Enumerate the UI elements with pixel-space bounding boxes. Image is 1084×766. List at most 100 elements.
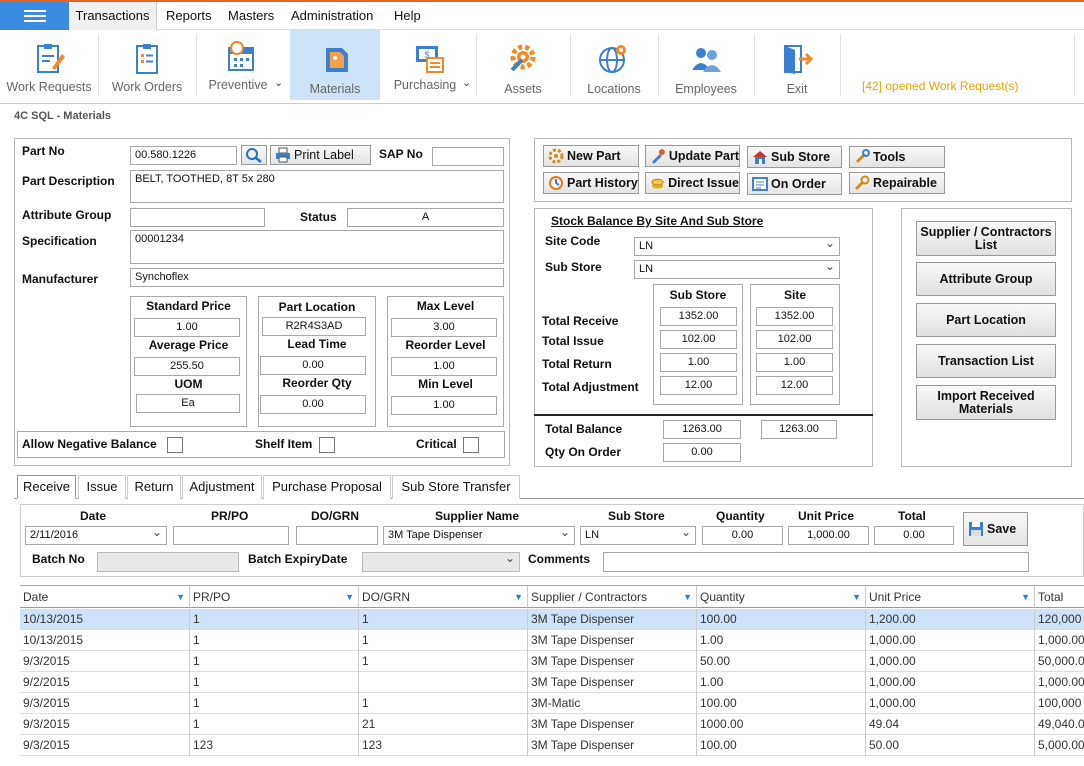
reorder-level-input[interactable]: 1.00 (391, 357, 497, 376)
sub-store-select[interactable]: LN (634, 260, 840, 279)
preventive-button[interactable]: Preventive ⌄ (196, 30, 288, 100)
filter-icon[interactable]: ▼ (1021, 586, 1030, 608)
employees-button[interactable]: Employees (658, 30, 754, 100)
table-row[interactable]: 10/13/2015 1 1 3M Tape Dispenser 100.00 1,200… (20, 609, 1084, 630)
table-row[interactable]: 9/3/2015 1 21 3M Tape Dispenser 1000.00 49.04… (20, 714, 1084, 735)
shelf-item-checkbox[interactable] (319, 437, 335, 453)
part-no-input[interactable]: 00.580.1226 (130, 146, 237, 165)
work-requests-button[interactable]: Work Requests (0, 30, 98, 100)
tab-issue[interactable]: Issue (78, 475, 126, 499)
col-header-prpo[interactable]: PR/PO ▼ (190, 586, 359, 608)
site-code-select[interactable]: LN (634, 237, 840, 256)
col-header-total[interactable]: Total (1035, 586, 1084, 608)
transaction-list-button[interactable]: Transaction List (916, 344, 1056, 378)
filter-icon[interactable]: ▼ (514, 586, 523, 608)
col-header-unit-price[interactable]: Unit Price ▼ (866, 586, 1035, 608)
table-row[interactable]: 9/3/2015 1 1 3M Tape Dispenser 50.00 1,000.00… (20, 651, 1084, 672)
total-receive-label: Total Receive (542, 314, 619, 328)
supplier-name-select[interactable]: 3M Tape Dispenser (383, 526, 575, 545)
cell-quantity: 1.00 (697, 630, 866, 651)
table-row[interactable]: 10/13/2015 1 1 3M Tape Dispenser 1.00 1,000.0… (20, 630, 1084, 651)
update-part-button[interactable]: Update Part (645, 145, 740, 167)
attribute-group-input[interactable] (130, 208, 265, 227)
col-header-date[interactable]: Date ▼ (20, 586, 190, 608)
part-location-button[interactable]: Part Location (916, 303, 1056, 337)
unit-price-input[interactable]: 1,000.00 (788, 526, 869, 545)
work-request-icon (37, 44, 65, 73)
search-part-button[interactable] (241, 145, 267, 165)
lead-time-input[interactable]: 0.00 (260, 356, 366, 375)
col-header-quantity[interactable]: Quantity ▼ (697, 586, 866, 608)
col-header-dogrn[interactable]: DO/GRN ▼ (359, 586, 528, 608)
receive-total-input[interactable]: 0.00 (874, 526, 954, 545)
quantity-input[interactable]: 0.00 (702, 526, 783, 545)
average-price-label: Average Price (148, 338, 229, 352)
critical-checkbox[interactable] (463, 437, 479, 453)
part-location-input[interactable]: R2R4S3AD (262, 317, 366, 336)
assets-gear-icon (510, 44, 536, 72)
batch-no-input[interactable] (97, 552, 239, 572)
prpo-input[interactable] (173, 526, 289, 545)
status-input[interactable]: A (347, 208, 504, 227)
import-received-materials-button[interactable]: Import Received Materials (916, 385, 1056, 420)
filter-icon[interactable]: ▼ (852, 586, 861, 608)
tab-adjustment[interactable]: Adjustment (182, 475, 262, 499)
filter-icon[interactable]: ▼ (345, 586, 354, 608)
filter-icon[interactable]: ▼ (683, 586, 692, 608)
materials-button[interactable]: Materials (290, 30, 380, 100)
reorder-qty-input[interactable]: 0.00 (260, 395, 366, 414)
supplier-contractors-list-button[interactable]: Supplier / Contractors List (916, 221, 1056, 256)
uom-input[interactable]: Ea (136, 394, 240, 413)
table-row[interactable]: 9/3/2015 123 123 3M Tape Dispenser 100.00 50.… (20, 735, 1084, 756)
cell-supplier: 3M-Matic (528, 693, 697, 714)
direct-issue-button[interactable]: Direct Issue (645, 172, 740, 194)
repairable-button[interactable]: Repairable (849, 172, 945, 194)
menu-administration[interactable]: Administration (287, 2, 377, 30)
average-price-input[interactable]: 255.50 (134, 357, 240, 376)
new-part-button[interactable]: New Part (543, 145, 639, 167)
part-description-input[interactable]: BELT, TOOTHED, 8T 5x 280 (130, 170, 504, 203)
assets-button[interactable]: Assets (476, 30, 570, 100)
hamburger-menu-icon[interactable] (0, 2, 69, 30)
locations-button[interactable]: Locations (570, 30, 658, 100)
table-row[interactable]: 9/3/2015 1 1 3M-Matic 100.00 1,000.00 100,000 (20, 693, 1084, 714)
print-label-button[interactable]: Print Label (270, 145, 371, 165)
manufacturer-input[interactable]: Synchoflex (130, 268, 504, 287)
menu-reports[interactable]: Reports (162, 2, 216, 30)
attribute-group-button[interactable]: Attribute Group (916, 262, 1056, 296)
batch-expiry-date-select[interactable] (362, 552, 520, 572)
col-header-supplier[interactable]: Supplier / Contractors ▼ (528, 586, 697, 608)
max-level-input[interactable]: 3.00 (391, 318, 497, 337)
filter-icon[interactable]: ▼ (176, 586, 185, 608)
menu-masters[interactable]: Masters (224, 2, 278, 30)
purchasing-button[interactable]: $ Purchasing ⌄ (384, 30, 476, 100)
menu-transactions[interactable]: Transactions (69, 2, 157, 30)
specification-input[interactable]: 00001234 (130, 230, 504, 264)
sub-store-button[interactable]: Sub Store (747, 146, 842, 168)
sap-no-input[interactable] (432, 147, 504, 166)
tab-purchase-proposal[interactable]: Purchase Proposal (263, 475, 391, 499)
allow-negative-balance-checkbox[interactable] (167, 437, 183, 453)
tab-receive[interactable]: Receive (17, 475, 76, 499)
standard-price-input[interactable]: 1.00 (134, 318, 240, 337)
save-button[interactable]: Save (963, 512, 1028, 546)
total-balance-site: 1263.00 (761, 420, 837, 439)
receive-sub-store-select[interactable]: LN (580, 526, 696, 545)
on-order-button[interactable]: On Order (747, 173, 842, 195)
menu-help[interactable]: Help (390, 2, 425, 30)
locations-label: Locations (587, 82, 641, 96)
exit-button[interactable]: Exit (754, 30, 840, 100)
cell-quantity: 100.00 (697, 693, 866, 714)
tab-return[interactable]: Return (127, 475, 181, 499)
tab-sub-store-transfer[interactable]: Sub Store Transfer (392, 475, 520, 499)
date-picker[interactable]: 2/11/2016 (25, 526, 167, 545)
part-history-button[interactable]: Part History (543, 172, 639, 194)
table-row[interactable]: 9/2/2015 1 3M Tape Dispenser 1.00 1,000.00 1,… (20, 672, 1084, 693)
work-orders-button[interactable]: Work Orders (98, 30, 196, 100)
min-level-input[interactable]: 1.00 (391, 396, 497, 415)
save-disk-icon (969, 522, 983, 536)
open-work-requests-notice[interactable]: [42] opened Work Request(s) (862, 79, 1019, 93)
comments-input[interactable] (603, 552, 1029, 572)
dogrn-input[interactable] (296, 526, 378, 545)
tools-button[interactable]: Tools (849, 146, 945, 168)
